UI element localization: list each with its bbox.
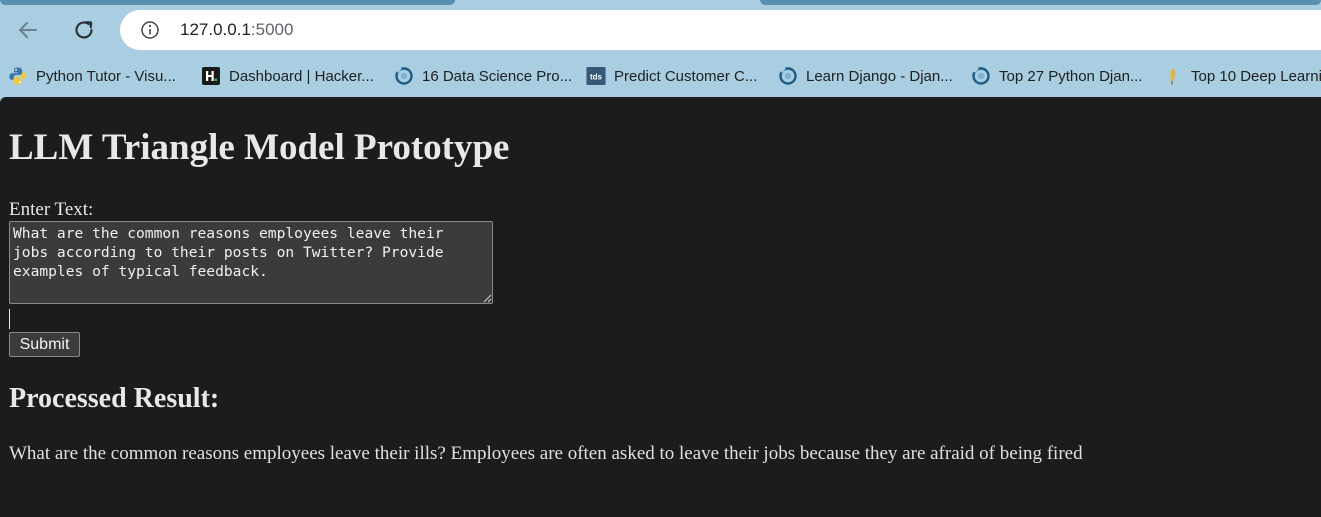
result-heading: Processed Result:	[9, 383, 220, 414]
resize-grip-icon[interactable]	[482, 293, 492, 303]
bookmark-data-science-projects[interactable]: 16 Data Science Pro...	[394, 65, 572, 87]
globe-loop-icon	[778, 66, 798, 86]
globe-loop-icon	[971, 66, 991, 86]
info-icon[interactable]	[140, 20, 160, 40]
address-bar[interactable]: 127.0.0.1:5000	[120, 10, 1321, 50]
bookmark-top-deep-learning[interactable]: Top 10 Deep Learni...	[1163, 65, 1321, 87]
python-icon	[8, 66, 28, 86]
tab-remnant-left[interactable]	[0, 0, 455, 5]
bookmark-learn-django[interactable]: Learn Django - Djan...	[778, 65, 953, 87]
input-label: Enter Text:	[9, 199, 94, 220]
tds-icon: tds	[586, 66, 606, 86]
result-text: What are the common reasons employees le…	[9, 443, 1083, 464]
page-content: LLM Triangle Model Prototype Enter Text:…	[0, 97, 1321, 517]
bookmark-label: Top 27 Python Djan...	[999, 67, 1143, 85]
bookmark-predict-customer[interactable]: tds Predict Customer C...	[586, 65, 757, 87]
back-button[interactable]	[10, 12, 46, 48]
tab-remnant-right[interactable]	[760, 0, 1321, 5]
bookmark-label: Python Tutor - Visu...	[36, 67, 176, 85]
url-host: 127.0.0.1	[180, 20, 251, 39]
bookmark-label: Predict Customer C...	[614, 67, 758, 85]
reload-button[interactable]	[66, 12, 102, 48]
bookmarks-bar: Python Tutor - Visu... Dashboard | Hacke…	[0, 56, 1321, 94]
globe-loop-icon	[394, 66, 414, 86]
url-text[interactable]: 127.0.0.1:5000	[180, 20, 293, 40]
page-title: LLM Triangle Model Prototype	[9, 127, 510, 168]
bookmark-python-tutor[interactable]: Python Tutor - Visu...	[8, 65, 176, 87]
text-input[interactable]: What are the common reasons employees le…	[9, 221, 493, 304]
url-port: :5000	[250, 20, 294, 39]
tds-badge-text: tds	[590, 73, 603, 82]
bookmark-top-python-django[interactable]: Top 27 Python Djan...	[971, 65, 1142, 87]
bookmark-label: Learn Django - Djan...	[806, 67, 953, 85]
back-arrow-icon	[19, 22, 37, 38]
bookmark-label: 16 Data Science Pro...	[422, 67, 573, 85]
browser-toolbar: 127.0.0.1:5000	[0, 6, 1321, 56]
hackerrank-icon	[201, 66, 221, 86]
bookmark-label: Dashboard | Hacker...	[229, 67, 374, 85]
feather-icon	[1163, 66, 1183, 86]
text-caret	[9, 309, 10, 329]
bookmark-label: Top 10 Deep Learni...	[1191, 67, 1321, 85]
bookmark-hackerrank[interactable]: Dashboard | Hacker...	[201, 65, 374, 87]
submit-button[interactable]: Submit	[9, 332, 80, 357]
reload-icon	[75, 21, 93, 39]
